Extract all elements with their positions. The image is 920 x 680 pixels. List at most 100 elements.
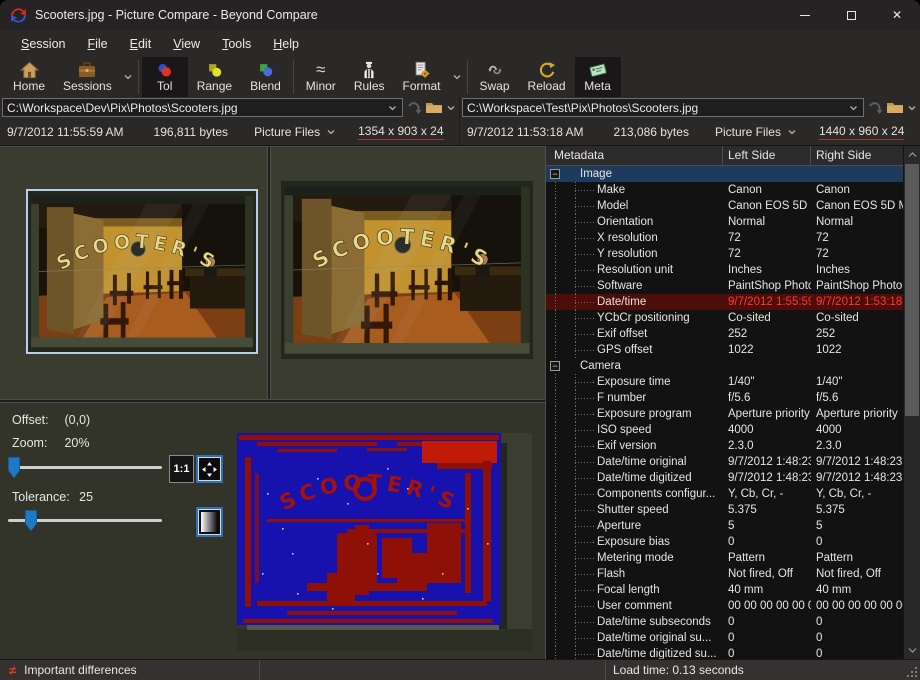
app-logo-icon bbox=[10, 7, 27, 24]
menu-item-edit[interactable]: Edit bbox=[119, 33, 163, 55]
left-photo bbox=[28, 191, 256, 352]
metadata-row[interactable]: Date/time digitized9/7/2012 1:48:23 PM9/… bbox=[546, 470, 903, 486]
metadata-row[interactable]: Metering modePatternPattern bbox=[546, 550, 903, 566]
expander-icon[interactable]: − bbox=[550, 169, 560, 179]
minimize-button[interactable] bbox=[782, 0, 828, 30]
file-type-dropdown[interactable]: Picture Files bbox=[715, 125, 797, 139]
chevron-down-icon[interactable] bbox=[446, 104, 456, 112]
resize-grip[interactable] bbox=[905, 665, 918, 678]
pane-divider[interactable] bbox=[267, 147, 271, 400]
metadata-row[interactable]: GPS offset10221022 bbox=[546, 342, 903, 358]
metadata-row[interactable]: FlashNot fired, OffNot fired, Off bbox=[546, 566, 903, 582]
left-file-info: 9/7/2012 11:55:59 AM 196,811 bytes Pictu… bbox=[0, 118, 460, 145]
scrollbar-thumb[interactable] bbox=[905, 164, 919, 416]
metadata-row[interactable]: Date/time digitized su...00 bbox=[546, 646, 903, 659]
expander-icon[interactable]: − bbox=[550, 361, 560, 371]
menu-item-help[interactable]: Help bbox=[262, 33, 310, 55]
metadata-row[interactable]: Date/time9/7/2012 1:55:59 PM9/7/2012 1:5… bbox=[546, 294, 903, 310]
scroll-down-icon[interactable] bbox=[904, 642, 920, 658]
zoom-slider-thumb[interactable] bbox=[8, 457, 20, 478]
status-bar: ≠ Important differences Load time: 0.13 … bbox=[0, 659, 920, 680]
scroll-up-icon[interactable] bbox=[904, 147, 920, 163]
chevron-down-icon[interactable] bbox=[848, 104, 859, 112]
metadata-row[interactable]: Y resolution7272 bbox=[546, 246, 903, 262]
toolbar-minor-button[interactable]: ≈Minor bbox=[297, 57, 345, 97]
toolbar-format-dropdown[interactable] bbox=[450, 57, 464, 97]
metadata-row[interactable]: OrientationNormalNormal bbox=[546, 214, 903, 230]
left-browse-button[interactable] bbox=[425, 101, 443, 114]
close-button[interactable]: ✕ bbox=[874, 0, 920, 30]
metadata-row[interactable]: ISO speed40004000 bbox=[546, 422, 903, 438]
metadata-row[interactable]: F numberf/5.6f/5.6 bbox=[546, 390, 903, 406]
tolerance-slider-thumb[interactable] bbox=[25, 510, 37, 531]
metadata-row[interactable]: User comment00 00 00 00 00 00 00 0000 00… bbox=[546, 598, 903, 614]
toolbar-range-button[interactable]: Range bbox=[188, 57, 241, 97]
metadata-row[interactable]: Exif version2.3.02.3.0 bbox=[546, 438, 903, 454]
metadata-scrollbar[interactable] bbox=[903, 146, 920, 659]
metadata-row[interactable]: Exposure programAperture priorityApertur… bbox=[546, 406, 903, 422]
left-image-pane[interactable] bbox=[26, 189, 258, 354]
metadata-pane: Metadata Left Side Right Side −ImageMake… bbox=[545, 146, 920, 659]
toolbar-swap-button[interactable]: Swap bbox=[471, 57, 519, 97]
metadata-row[interactable]: Exposure time1/40"1/40" bbox=[546, 374, 903, 390]
fit-to-window-button[interactable] bbox=[196, 455, 223, 483]
file-type-dropdown[interactable]: Picture Files bbox=[254, 125, 336, 139]
toolbar-meta-button[interactable]: Meta bbox=[575, 57, 621, 97]
expand-arrows-icon bbox=[201, 461, 218, 478]
left-path-combo[interactable]: C:\Workspace\Dev\Pix\Photos\Scooters.jpg bbox=[2, 98, 403, 117]
menu-item-file[interactable]: File bbox=[76, 33, 118, 55]
right-browse-button[interactable] bbox=[886, 101, 904, 114]
right-path-combo[interactable]: C:\Workspace\Test\Pix\Photos\Scooters.jp… bbox=[462, 98, 864, 117]
path-row: C:\Workspace\Dev\Pix\Photos\Scooters.jpg… bbox=[0, 97, 920, 118]
difference-image-pane[interactable]: SCOOTER'S bbox=[237, 433, 532, 651]
menu-item-view[interactable]: View bbox=[162, 33, 211, 55]
menu-item-session[interactable]: Session bbox=[10, 33, 76, 55]
toolbar-sessions-dropdown[interactable] bbox=[121, 57, 135, 97]
metadata-row[interactable]: Exif offset252252 bbox=[546, 326, 903, 342]
left-revert-button[interactable] bbox=[406, 101, 422, 115]
toolbar-blend-button[interactable]: Blend bbox=[241, 57, 290, 97]
metadata-row[interactable]: X resolution7272 bbox=[546, 230, 903, 246]
metadata-row[interactable]: Components configur...Y, Cb, Cr, -Y, Cb,… bbox=[546, 486, 903, 502]
toolbar-tol-button[interactable]: Tol bbox=[142, 57, 188, 97]
metadata-row[interactable]: Date/time original su...00 bbox=[546, 630, 903, 646]
chevron-down-icon[interactable] bbox=[387, 104, 398, 112]
metadata-row[interactable]: Resolution unitInchesInches bbox=[546, 262, 903, 278]
chevron-down-icon bbox=[326, 128, 336, 136]
menu-item-tools[interactable]: Tools bbox=[211, 33, 262, 55]
metadata-row[interactable]: Exposure bias00 bbox=[546, 534, 903, 550]
tolerance-slider[interactable] bbox=[8, 510, 162, 532]
maximize-button[interactable] bbox=[828, 0, 874, 30]
metadata-row[interactable]: −Image bbox=[546, 166, 903, 182]
meta-icon bbox=[588, 61, 608, 79]
metadata-row[interactable]: MakeCanonCanon bbox=[546, 182, 903, 198]
metadata-row[interactable]: Date/time subseconds00 bbox=[546, 614, 903, 630]
metadata-row[interactable]: ModelCanon EOS 5D Mark IIICanon EOS 5D M… bbox=[546, 198, 903, 214]
zoom-slider-track[interactable] bbox=[8, 466, 162, 469]
metadata-row[interactable]: YCbCr positioningCo-sitedCo-sited bbox=[546, 310, 903, 326]
metadata-row[interactable]: Focal length40 mm40 mm bbox=[546, 582, 903, 598]
column-header-metadata[interactable]: Metadata bbox=[546, 146, 723, 165]
menu-bar: SessionFileEditViewToolsHelp bbox=[0, 30, 920, 57]
offset-label: Offset: bbox=[12, 413, 55, 427]
chevron-down-icon[interactable] bbox=[907, 104, 917, 112]
chevron-down-icon bbox=[787, 128, 797, 136]
toolbar-reload-button[interactable]: Reload bbox=[519, 57, 575, 97]
one-to-one-button[interactable]: 1:1 bbox=[169, 455, 194, 483]
column-header-right-side[interactable]: Right Side bbox=[811, 146, 903, 165]
metadata-row[interactable]: SoftwarePaintShop Photo ProPaintShop Pho… bbox=[546, 278, 903, 294]
metadata-row[interactable]: Date/time original9/7/2012 1:48:23 PM9/7… bbox=[546, 454, 903, 470]
metadata-row[interactable]: Aperture55 bbox=[546, 518, 903, 534]
metadata-row[interactable]: −Camera bbox=[546, 358, 903, 374]
right-image-pane[interactable] bbox=[281, 181, 533, 359]
zoom-slider[interactable] bbox=[8, 457, 162, 479]
file-size: 196,811 bytes bbox=[154, 125, 229, 139]
toolbar-home-button[interactable]: Home bbox=[4, 57, 54, 97]
toolbar-rules-button[interactable]: Rules bbox=[345, 57, 394, 97]
toolbar-sessions-button[interactable]: Sessions bbox=[54, 57, 121, 97]
right-revert-button[interactable] bbox=[867, 101, 883, 115]
column-header-left-side[interactable]: Left Side bbox=[723, 146, 811, 165]
toolbar-format-button[interactable]: Format bbox=[394, 57, 450, 97]
metadata-row[interactable]: Shutter speed5.3755.375 bbox=[546, 502, 903, 518]
tolerance-mode-button[interactable] bbox=[196, 507, 223, 537]
